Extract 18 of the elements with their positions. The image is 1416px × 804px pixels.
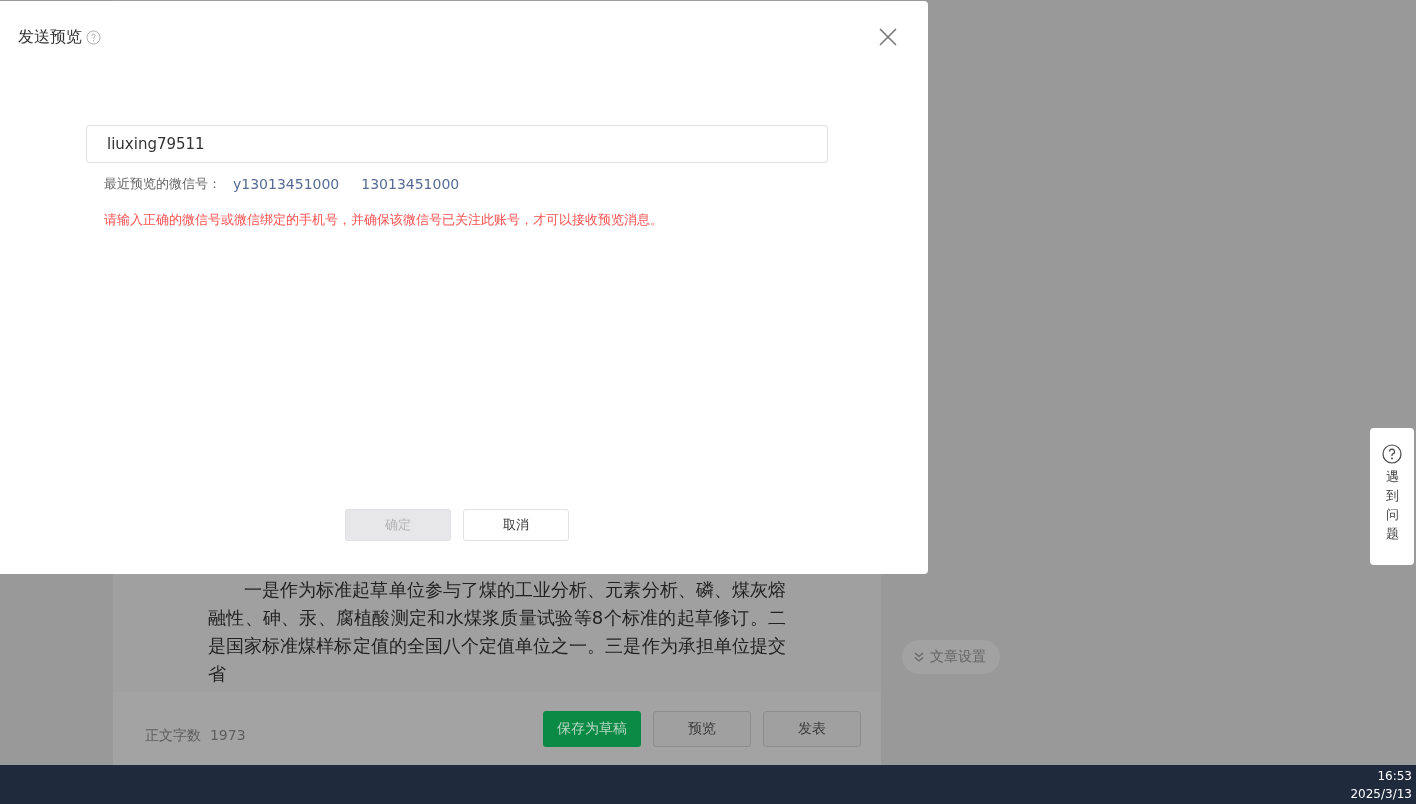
clock-date: 2025/3/13: [1350, 785, 1412, 803]
help-icon: [1382, 444, 1402, 464]
article-paragraph: 一是作为标准起草单位参与了煤的工业分析、元素分析、磷、煤灰熔融性、砷、汞、腐植酸测定和水煤浆质量试验等8个标准的起草修订。二是国家标准煤样标定值的全国八个定值单位之一。三是作为承担单位提交省: [208, 578, 786, 686]
footer-button[interactable]: 预览: [653, 710, 751, 747]
recent-ids-label: 最近预览的微信号：: [104, 175, 221, 193]
help-label: 遇到问题: [1385, 468, 1399, 543]
double-chevron-icon: [914, 652, 924, 662]
word-count: 正文字数 1973: [145, 726, 246, 745]
help-tab[interactable]: 遇到问题: [1370, 428, 1414, 565]
wechat-id-field[interactable]: liuxing79511: [86, 125, 828, 163]
recent-id-link[interactable]: y13013451000: [233, 176, 340, 192]
footer-button[interactable]: 发表: [763, 710, 861, 747]
recent-id-link[interactable]: 13013451000: [361, 176, 460, 192]
error-message: 请输入正确的微信号或微信绑定的手机号，并确保该微信号已关注此账号，才可以接收预览消息。: [104, 211, 664, 229]
dialog-title: 发送预览: [18, 27, 82, 48]
save-draft-button[interactable]: 保存为草稿: [543, 710, 641, 747]
clock-time: 16:53: [1377, 767, 1412, 785]
cancel-button[interactable]: 取消: [463, 509, 569, 541]
